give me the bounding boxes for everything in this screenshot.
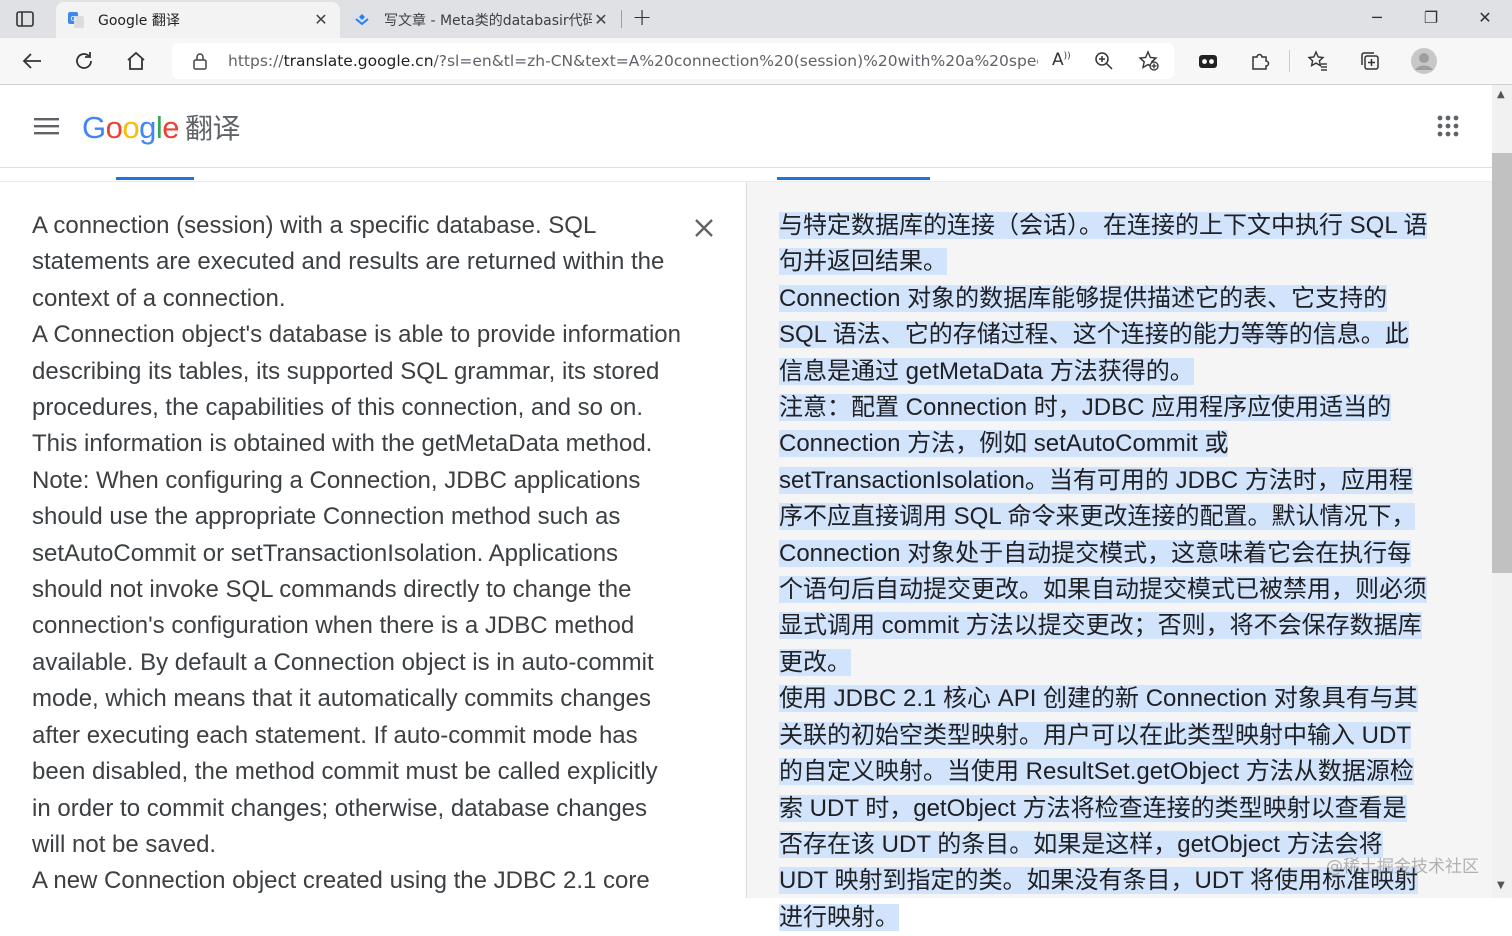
juejin-favicon-icon xyxy=(354,12,370,28)
google-logo-wordmark: Google xyxy=(82,110,180,145)
logo-letter: e xyxy=(162,110,180,145)
browser-tab-strip: G Google 翻译 ✕ 写文章 - Meta类的databasir代码 ✕ … xyxy=(0,0,1512,38)
clear-source-button[interactable] xyxy=(692,216,716,240)
source-paragraph: A connection (session) with a specific d… xyxy=(32,212,665,312)
translation-paragraph: 与特定数据库的连接（会话）。在连接的上下文中执行 SQL 语句并返回结果。 xyxy=(779,208,1429,281)
zoom-icon[interactable] xyxy=(1094,51,1114,75)
translation-sentence[interactable]: 使用 JDBC 2.1 核心 API 创建的新 Connection 对象具有与… xyxy=(779,685,1419,931)
read-aloud-icon[interactable]: A)) xyxy=(1052,50,1071,70)
add-favorite-icon[interactable] xyxy=(1138,50,1160,76)
refresh-button[interactable] xyxy=(70,47,98,75)
source-paragraph: A new Connection object created using th… xyxy=(32,867,650,895)
restore-button[interactable]: ❐ xyxy=(1416,6,1446,30)
product-name: 翻译 xyxy=(185,113,241,144)
tab-close-icon[interactable]: ✕ xyxy=(312,11,330,29)
google-translate-favicon-icon: G xyxy=(68,12,84,28)
source-paragraph: Note: When configuring a Connection, JDB… xyxy=(32,466,658,858)
extensions-puzzle-icon[interactable] xyxy=(1246,47,1274,75)
source-paragraph: A Connection object's database is able t… xyxy=(32,321,681,458)
logo-letter: o xyxy=(105,110,123,145)
svg-text:G: G xyxy=(71,15,76,23)
profile-avatar[interactable] xyxy=(1410,47,1438,75)
browser-tab-juejin[interactable]: 写文章 - Meta类的databasir代码 ✕ xyxy=(342,2,620,38)
google-translate-logo[interactable]: Google 翻译 xyxy=(82,107,241,147)
window-close-button[interactable]: ✕ xyxy=(1470,6,1500,30)
page-scrollbar[interactable]: ▲ ▼ xyxy=(1492,85,1512,898)
translation-paragraph: Connection 对象的数据库能够提供描述它的表、它支持的 SQL 语法、它… xyxy=(779,281,1429,390)
toolbar-divider xyxy=(1289,50,1290,72)
main-menu-icon[interactable] xyxy=(34,116,60,136)
back-button[interactable] xyxy=(18,47,46,75)
new-tab-button[interactable]: + xyxy=(630,5,654,30)
logo-letter: o xyxy=(122,110,140,145)
translation-sentence[interactable]: Connection 对象的数据库能够提供描述它的表、它支持的 SQL 语法、它… xyxy=(779,284,1409,385)
translation-panel: 与特定数据库的连接（会话）。在连接的上下文中执行 SQL 语句并返回结果。 Co… xyxy=(746,182,1492,931)
browser-toolbar: https://translate.google.cn/?sl=en&tl=zh… xyxy=(0,38,1512,85)
page-header: Google 翻译 xyxy=(0,85,1492,168)
translation-output[interactable]: 与特定数据库的连接（会话）。在连接的上下文中执行 SQL 语句并返回结果。 Co… xyxy=(779,208,1429,936)
url-path: /?sl=en&tl=zh-CN&text=A%20connection%20(… xyxy=(433,52,1038,70)
browser-tab-google-translate[interactable]: G Google 翻译 ✕ xyxy=(56,2,340,38)
source-language-tab-indicator xyxy=(116,177,194,180)
tab-actions-icon[interactable] xyxy=(14,8,36,30)
source-text-panel: A connection (session) with a specific d… xyxy=(0,182,746,898)
collections-icon[interactable] xyxy=(1356,47,1384,75)
target-language-tab-indicator xyxy=(777,177,930,180)
tab-title: Google 翻译 xyxy=(98,13,180,29)
source-text-input[interactable]: A connection (session) with a specific d… xyxy=(32,208,682,900)
extension-icon[interactable] xyxy=(1194,47,1222,75)
translation-sentence[interactable]: 与特定数据库的连接（会话）。在连接的上下文中执行 SQL 语句并返回结果。 xyxy=(779,212,1428,276)
minimize-button[interactable]: ─ xyxy=(1362,6,1392,30)
logo-letter: G xyxy=(82,110,106,145)
tab-separator xyxy=(621,10,622,28)
watermark: @稀土掘金技术社区 xyxy=(1326,857,1479,877)
home-button[interactable] xyxy=(122,47,150,75)
scrollbar-thumb[interactable] xyxy=(1492,153,1512,573)
translation-paragraph: 注意：配置 Connection 时，JDBC 应用程序应使用适当的 Conne… xyxy=(779,390,1429,681)
translation-sentence[interactable]: 注意：配置 Connection 时，JDBC 应用程序应使用适当的 Conne… xyxy=(779,394,1427,676)
logo-letter: g xyxy=(139,110,156,145)
url-scheme: https:// xyxy=(228,52,284,70)
url-text: https://translate.google.cn/?sl=en&tl=zh… xyxy=(228,52,1038,70)
favorites-icon[interactable] xyxy=(1304,47,1332,75)
lock-icon[interactable] xyxy=(192,52,208,74)
tab-close-icon[interactable]: ✕ xyxy=(592,11,610,29)
url-host: translate.google.cn xyxy=(283,52,434,70)
scroll-up-arrow-icon[interactable]: ▲ xyxy=(1497,89,1505,100)
scroll-down-arrow-icon[interactable]: ▼ xyxy=(1497,880,1505,891)
google-apps-icon[interactable] xyxy=(1436,114,1460,138)
address-bar[interactable]: https://translate.google.cn/?sl=en&tl=zh… xyxy=(172,43,1174,79)
tab-title: 写文章 - Meta类的databasir代码 xyxy=(384,13,592,29)
